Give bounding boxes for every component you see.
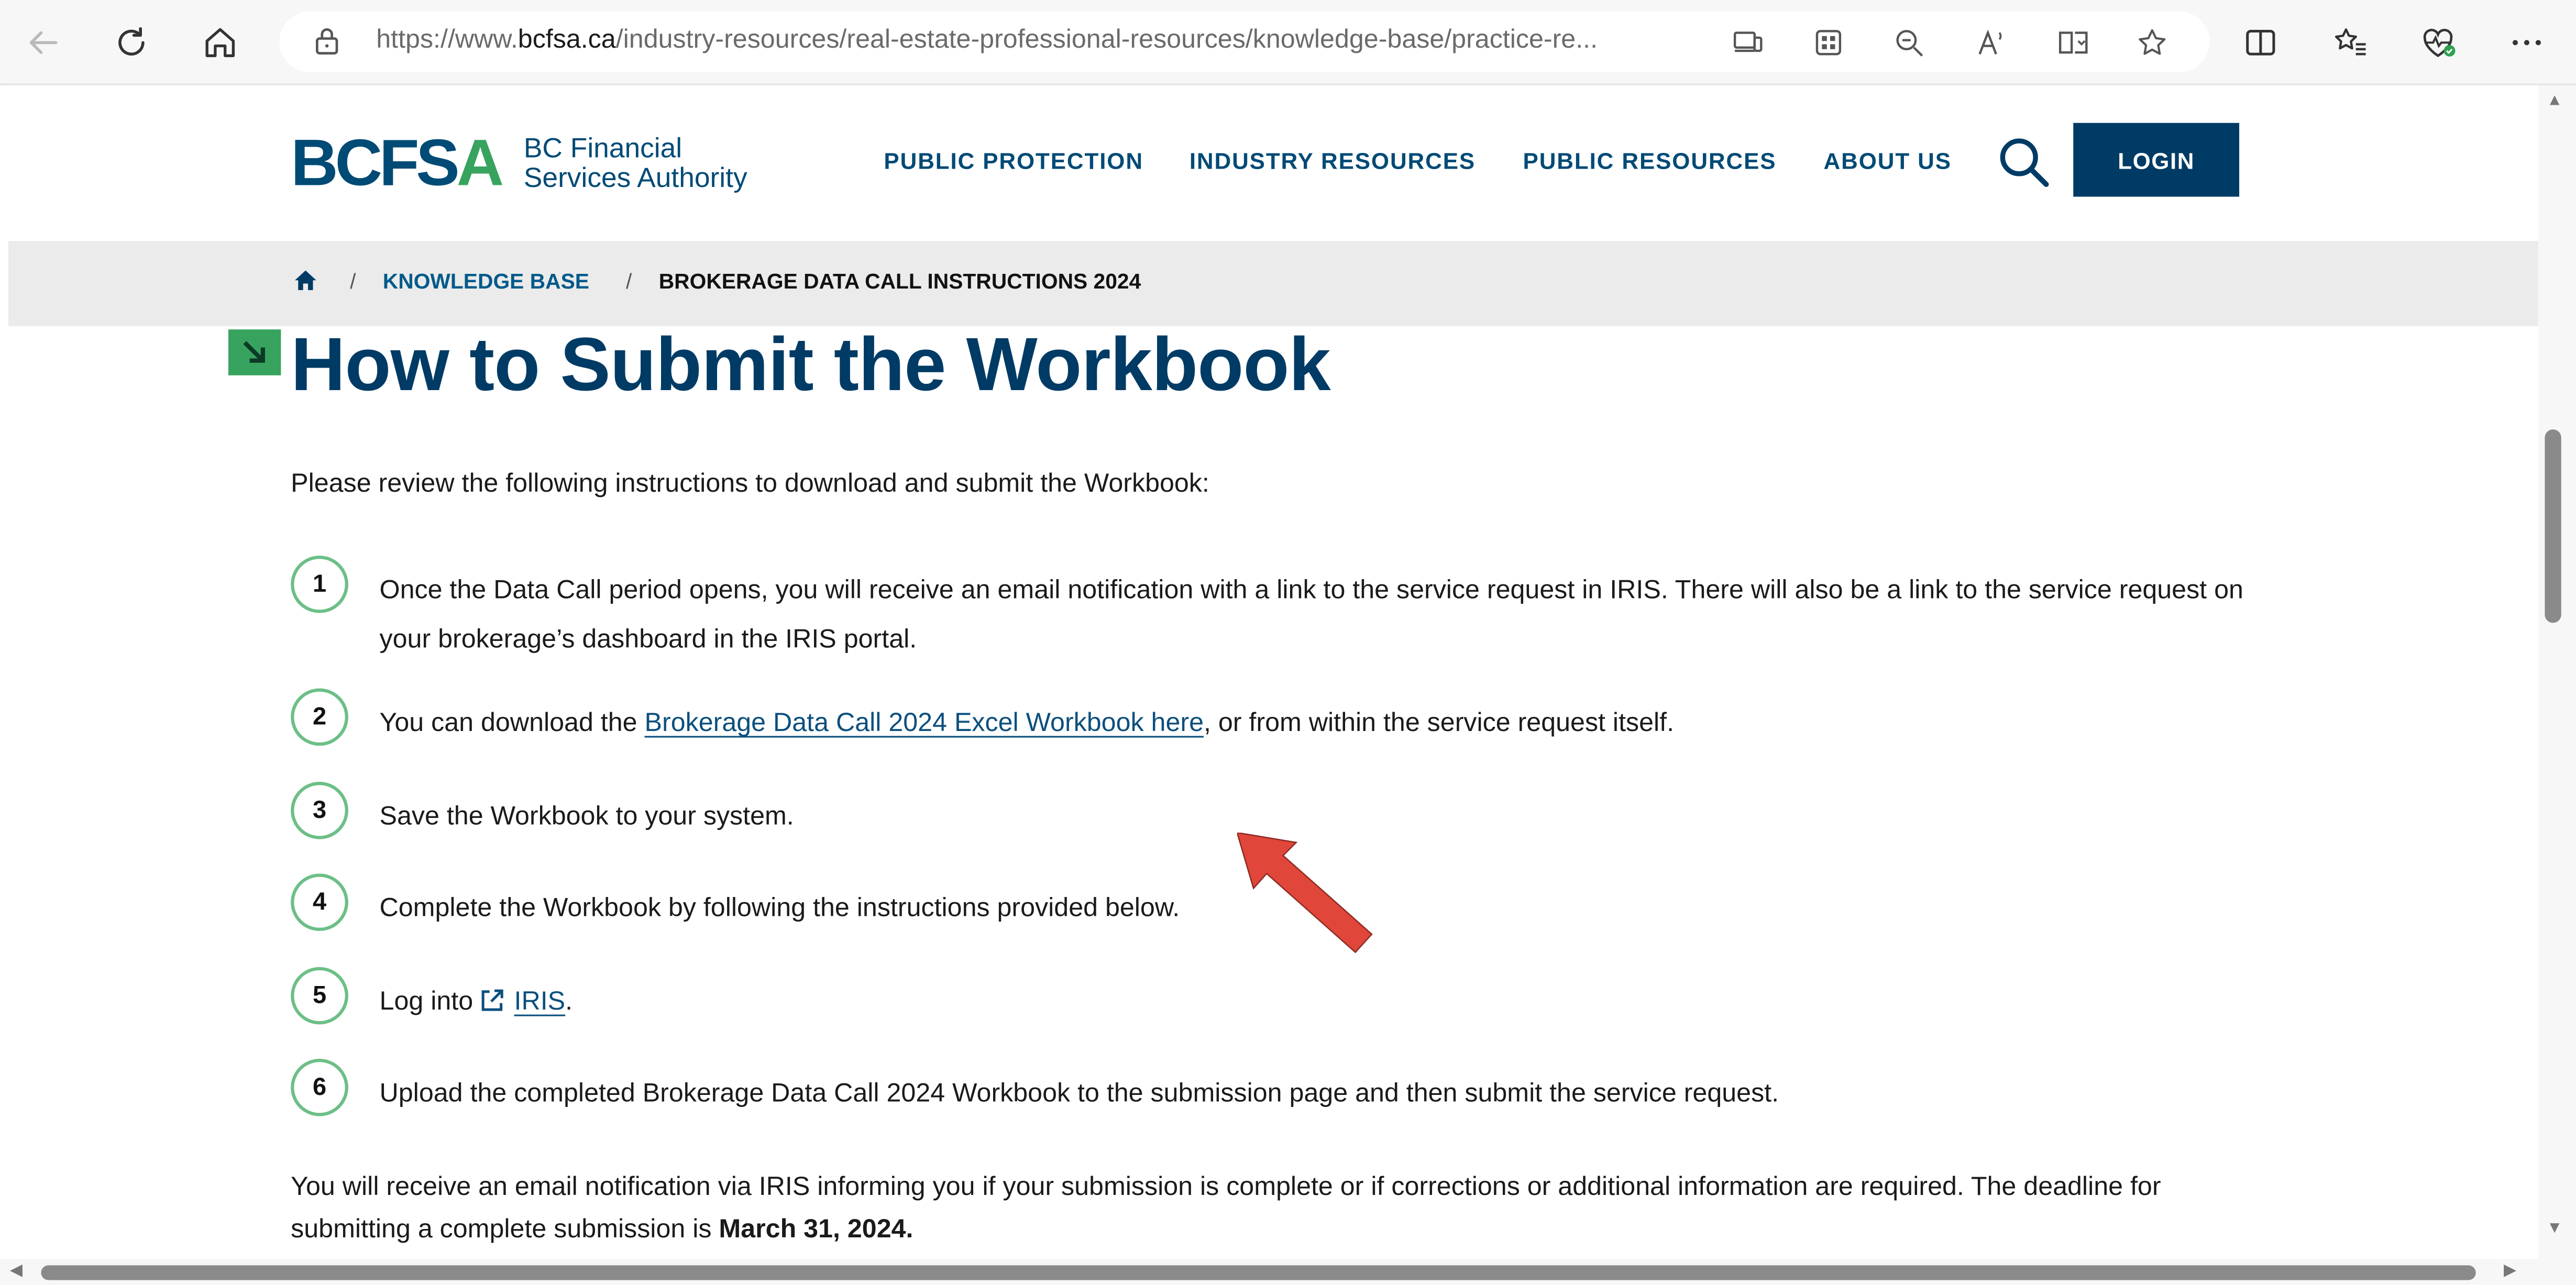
favorites-icon[interactable] <box>2325 16 2377 69</box>
horizontal-scroll-thumb[interactable] <box>41 1265 2476 1280</box>
nav-about-us[interactable]: ABOUT US <box>1824 148 1952 174</box>
bcfsa-logo[interactable]: BCFSA BC Financial Services Authority <box>291 131 747 196</box>
logo-text: BC Financial Services Authority <box>523 132 747 194</box>
breadcrumb-current: BROKERAGE DATA CALL INSTRUCTIONS 2024 <box>658 269 1141 294</box>
logo-mark: BCFSA <box>291 128 504 200</box>
step-text: You can download the Brokerage Data Call… <box>379 710 1675 738</box>
immersive-reader-icon[interactable] <box>2054 23 2093 62</box>
split-screen-icon[interactable] <box>2234 16 2287 69</box>
back-icon[interactable] <box>16 16 69 69</box>
more-options-icon[interactable] <box>2501 16 2553 69</box>
search-icon[interactable] <box>1996 135 2052 190</box>
page-title: How to Submit the Workbook <box>291 321 1331 407</box>
browser-toolbar: https://www.bcfsa.ca/industry-resources/… <box>0 0 2576 85</box>
vertical-scroll-thumb[interactable] <box>2545 429 2561 623</box>
home-icon[interactable] <box>194 16 246 69</box>
step-number: 6 <box>291 1059 348 1116</box>
refresh-icon[interactable] <box>105 16 158 69</box>
nav-industry-resources[interactable]: INDUSTRY RESOURCES <box>1190 148 1476 174</box>
scroll-left-icon[interactable]: ◀ <box>10 1262 23 1280</box>
device-icon[interactable] <box>1729 23 1768 62</box>
step-number: 5 <box>291 967 348 1025</box>
step-number: 1 <box>291 556 348 613</box>
breadcrumb-separator: / <box>626 269 632 294</box>
login-button[interactable]: LOGIN <box>2073 123 2240 197</box>
nav-public-protection[interactable]: PUBLIC PROTECTION <box>884 148 1143 174</box>
horizontal-scrollbar[interactable]: ◀ ▶ <box>0 1258 2576 1285</box>
scroll-up-icon[interactable]: ▲ <box>2547 92 2563 109</box>
intro-text: Please review the following instructions… <box>291 470 1209 499</box>
annotation-arrow-icon <box>1237 833 1373 954</box>
lock-icon[interactable] <box>312 26 342 56</box>
home-breadcrumb-icon[interactable] <box>294 269 317 292</box>
step-text: Once the Data Call period opens, you wil… <box>379 577 2243 654</box>
read-aloud-icon[interactable] <box>1972 23 2011 62</box>
step-number: 3 <box>291 782 348 839</box>
address-bar[interactable]: https://www.bcfsa.ca/industry-resources/… <box>279 11 2210 72</box>
scroll-right-icon[interactable]: ▶ <box>2504 1262 2516 1280</box>
web-page: BCFSA BC Financial Services Authority PU… <box>8 85 2538 1259</box>
nav-public-resources[interactable]: PUBLIC RESOURCES <box>1523 148 1777 174</box>
step-number: 2 <box>291 688 348 746</box>
url-text[interactable]: https://www.bcfsa.ca/industry-resources/… <box>376 26 1707 56</box>
zoom-out-icon[interactable] <box>1889 23 1929 62</box>
breadcrumb: / KNOWLEDGE BASE / BROKERAGE DATA CALL I… <box>8 241 2538 326</box>
vertical-scrollbar[interactable]: ▲ ▼ <box>2538 85 2576 1259</box>
external-link-icon <box>481 989 503 1011</box>
favorite-star-icon[interactable] <box>2132 23 2172 62</box>
health-heart-icon[interactable] <box>2412 16 2464 69</box>
breadcrumb-knowledge-base[interactable]: KNOWLEDGE BASE <box>383 269 589 293</box>
site-header: BCFSA BC Financial Services Authority PU… <box>8 85 2538 241</box>
step-number: 4 <box>291 873 348 931</box>
step-text: Log into IRIS. <box>379 988 573 1016</box>
arrow-down-right-icon <box>228 329 281 375</box>
breadcrumb-separator: / <box>350 269 356 294</box>
apps-icon[interactable] <box>1809 23 1848 62</box>
workbook-download-link[interactable]: Brokerage Data Call 2024 Excel Workbook … <box>645 710 1204 737</box>
iris-link[interactable]: IRIS <box>514 988 566 1016</box>
deadline-text: You will receive an email notification v… <box>291 1173 2161 1244</box>
scroll-down-icon[interactable]: ▼ <box>2547 1220 2563 1237</box>
deadline-date: March 31, 2024. <box>719 1216 913 1244</box>
step-text: Upload the completed Brokerage Data Call… <box>379 1080 1779 1108</box>
